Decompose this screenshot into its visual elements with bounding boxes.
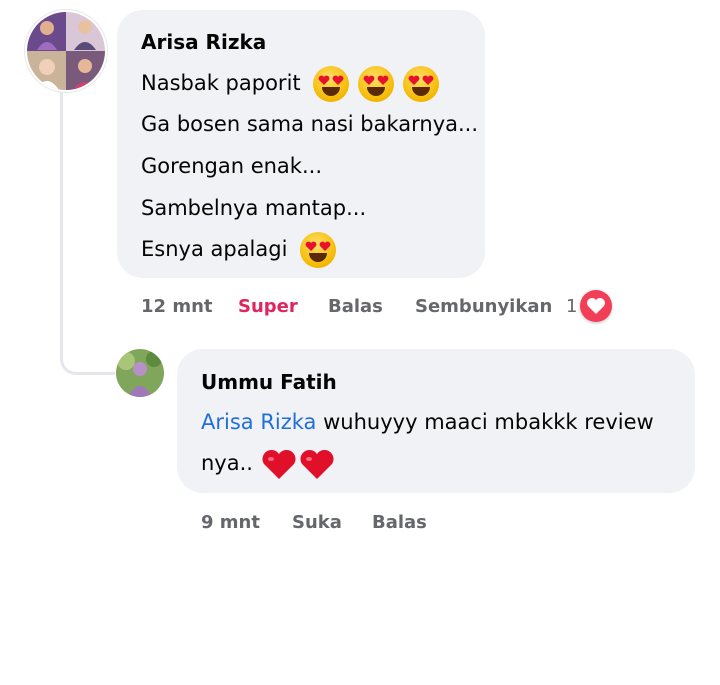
comment-line-3: Gorengan enak... [141,154,322,178]
love-reaction-icon[interactable] [580,290,612,322]
comment-line-4: Sambelnya mantap... [141,196,367,220]
heart-eyes-emoji-group [313,66,440,102]
heart-eyes-emoji [402,66,439,102]
replier-avatar[interactable] [116,349,164,397]
reply-line-1: Arisa Rizka wuhuyyy maaci mbakkk review [201,410,654,434]
reply-thread-line [60,88,115,375]
red-heart-emoji [262,449,296,479]
comment-line-2: Ga bosen sama nasi bakarnya... [141,112,479,136]
heart-eyes-emoji [313,66,350,102]
mention-link[interactable]: Arisa Rizka [201,410,316,434]
reply-author[interactable]: Ummu Fatih [201,370,337,394]
comment-line-5: Esnya apalagi [141,232,338,268]
super-reaction-button[interactable]: Super [238,296,298,317]
red-heart-emoji [300,449,334,479]
reply-button[interactable]: Balas [328,296,383,317]
comment-line-1-text: Nasbak paporit [141,71,301,95]
reply-reply-button[interactable]: Balas [372,512,427,533]
heart-eyes-emoji [358,66,395,102]
comment-author[interactable]: Arisa Rizka [141,30,266,54]
like-button[interactable]: Suka [292,512,342,533]
comment-time[interactable]: 12 mnt [141,296,213,317]
reply-line-2: nya.. [201,446,336,482]
hide-button[interactable]: Sembunyikan [415,296,552,317]
commenter-avatar[interactable] [25,10,107,92]
reply-line-2-text: nya.. [201,451,253,475]
comment-line-5-text: Esnya apalagi [141,237,288,261]
reaction-count[interactable]: 1 [566,296,577,317]
heart-eyes-emoji-group [300,232,338,268]
heart-eyes-emoji [300,232,337,268]
comment-line-1: Nasbak paporit [141,66,441,102]
reply-time[interactable]: 9 mnt [201,512,260,533]
reply-line-1-text: wuhuyyy maaci mbakkk review [323,410,654,434]
